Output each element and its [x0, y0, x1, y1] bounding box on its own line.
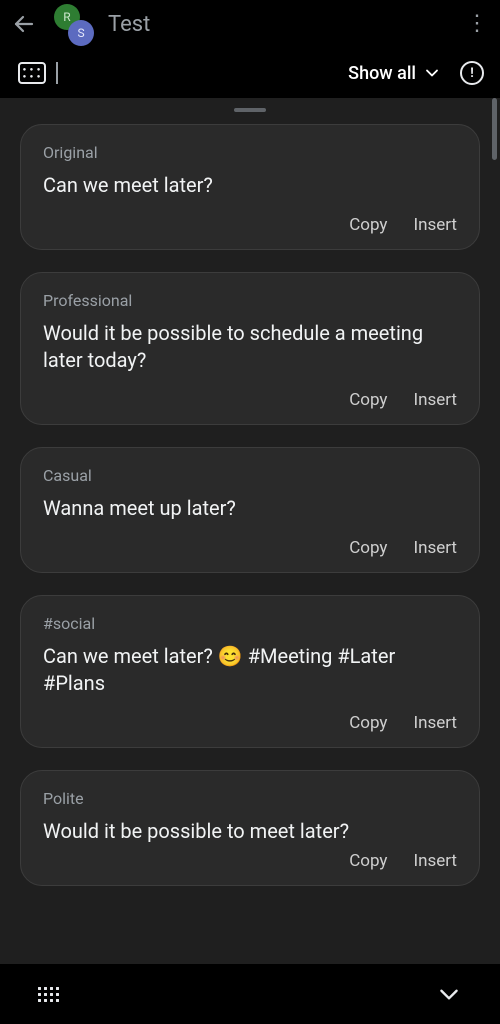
avatar-cluster[interactable]: R S [54, 4, 94, 44]
card-tag: Original [43, 143, 457, 162]
insert-button[interactable]: Insert [413, 215, 457, 235]
copy-button[interactable]: Copy [349, 713, 387, 733]
card-tag: Professional [43, 291, 457, 310]
card-tag: Polite [43, 789, 457, 808]
card-tag: #social [43, 614, 457, 633]
filter-dropdown[interactable]: Show all [348, 63, 442, 84]
copy-button[interactable]: Copy [349, 215, 387, 235]
card-actions: Copy Insert [43, 538, 457, 558]
card-actions: Copy Insert [43, 215, 457, 235]
copy-button[interactable]: Copy [349, 851, 387, 871]
filter-label: Show all [348, 63, 416, 84]
insert-button[interactable]: Insert [413, 851, 457, 871]
toolbar: ● ● ●● ● ● Show all ! [0, 48, 500, 98]
card-tag: Casual [43, 466, 457, 485]
scrollbar[interactable] [492, 98, 497, 160]
suggestions-sheet: Original Can we meet later? Copy Insert … [0, 98, 500, 964]
bottom-bar [0, 964, 500, 1024]
keyboard-icon[interactable]: ● ● ●● ● ● [18, 62, 46, 84]
text-cursor[interactable] [56, 62, 58, 84]
avatar: S [68, 20, 94, 46]
card-text: Can we meet later? 😊 #Meeting #Later #Pl… [43, 643, 457, 697]
copy-button[interactable]: Copy [349, 538, 387, 558]
suggestion-card: Original Can we meet later? Copy Insert [20, 124, 480, 250]
back-icon[interactable] [12, 12, 36, 36]
suggestion-card: #social Can we meet later? 😊 #Meeting #L… [20, 595, 480, 748]
suggestion-card: Polite Would it be possible to meet late… [20, 770, 480, 886]
insert-button[interactable]: Insert [413, 538, 457, 558]
card-text: Can we meet later? [43, 172, 457, 199]
chevron-down-icon [422, 63, 442, 83]
suggestion-card: Professional Would it be possible to sch… [20, 272, 480, 425]
card-text: Would it be possible to schedule a meeti… [43, 320, 457, 374]
suggestion-card: Casual Wanna meet up later? Copy Insert [20, 447, 480, 573]
kebab-menu-icon[interactable]: ⋮ [466, 13, 488, 35]
top-bar: R S Test ⋮ [0, 0, 500, 48]
chevron-down-icon[interactable] [436, 981, 462, 1007]
alert-icon[interactable]: ! [460, 61, 484, 85]
drag-handle-row[interactable] [0, 98, 500, 124]
drag-handle-icon [234, 108, 266, 112]
card-actions: Copy Insert [43, 851, 457, 871]
page-title: Test [108, 12, 150, 37]
card-text: Wanna meet up later? [43, 495, 457, 522]
cards-list: Original Can we meet later? Copy Insert … [0, 124, 500, 886]
copy-button[interactable]: Copy [349, 390, 387, 410]
insert-button[interactable]: Insert [413, 713, 457, 733]
insert-button[interactable]: Insert [413, 390, 457, 410]
card-text: Would it be possible to meet later? [43, 818, 457, 845]
card-actions: Copy Insert [43, 390, 457, 410]
card-actions: Copy Insert [43, 713, 457, 733]
keyboard-icon[interactable] [38, 987, 59, 1002]
